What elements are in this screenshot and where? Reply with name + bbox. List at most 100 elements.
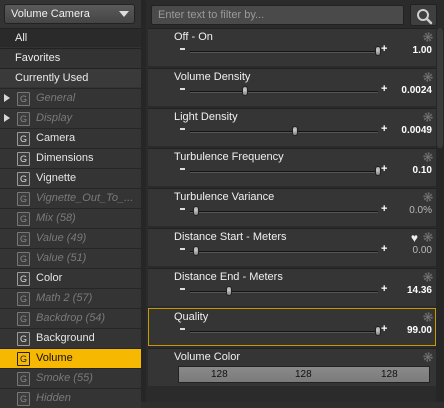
- slider-track[interactable]: [190, 211, 378, 213]
- increment-button[interactable]: +: [381, 44, 387, 55]
- slider-track[interactable]: [190, 291, 378, 293]
- property-value[interactable]: 99.00: [407, 325, 432, 336]
- color-swatch[interactable]: 128 128 128: [178, 366, 430, 383]
- property-name: Quality: [174, 311, 209, 323]
- increment-button[interactable]: +: [381, 324, 387, 335]
- property-slider[interactable]: Volume Density +0.0024: [148, 68, 436, 106]
- tree-item-label: Smoke (55): [36, 372, 93, 384]
- tree-item[interactable]: G Backdrop (54): [0, 308, 141, 328]
- property-value[interactable]: 0.10: [413, 165, 432, 176]
- property-value[interactable]: 0.0049: [401, 125, 432, 136]
- search-icon: [417, 9, 433, 25]
- tree-item[interactable]: G Math 2 (57): [0, 288, 141, 308]
- tree-item-label: Color: [36, 272, 63, 284]
- increment-button[interactable]: +: [381, 164, 387, 175]
- slider-thumb[interactable]: [192, 206, 199, 216]
- slider-thumb[interactable]: [192, 246, 199, 256]
- expand-arrow-icon[interactable]: [4, 114, 10, 122]
- gear-icon[interactable]: [422, 311, 434, 323]
- increment-button[interactable]: +: [381, 244, 387, 255]
- increment-button[interactable]: +: [381, 204, 387, 215]
- tree-item[interactable]: G Hidden: [0, 388, 141, 408]
- tree-item[interactable]: G Background: [0, 328, 141, 348]
- decrement-button[interactable]: [180, 168, 185, 170]
- tree-item[interactable]: G Vignette_Out_To_...: [0, 188, 141, 208]
- property-value[interactable]: 0.0%: [409, 205, 432, 216]
- expand-arrow-icon[interactable]: [4, 94, 10, 102]
- decrement-button[interactable]: [180, 88, 185, 90]
- property-value[interactable]: 1.00: [413, 45, 432, 56]
- group-node-icon: G: [17, 312, 30, 326]
- decrement-button[interactable]: [180, 328, 185, 330]
- property-slider[interactable]: Off - On +1.00: [148, 28, 436, 66]
- gear-icon[interactable]: [422, 71, 434, 83]
- vertical-scrollbar[interactable]: [436, 28, 444, 402]
- gear-icon[interactable]: [422, 191, 434, 203]
- gear-icon[interactable]: [422, 231, 434, 243]
- property-name: Turbulence Frequency: [174, 151, 284, 163]
- increment-button[interactable]: +: [381, 84, 387, 95]
- slider-track[interactable]: [190, 171, 378, 173]
- group-node-icon: G: [17, 272, 30, 286]
- tree-item-label: Dimensions: [36, 152, 94, 164]
- tree-item[interactable]: G Volume: [0, 348, 141, 368]
- slider-track[interactable]: [190, 331, 378, 333]
- slider-thumb[interactable]: [292, 126, 299, 136]
- filter-input[interactable]: [152, 6, 403, 24]
- tree-item-label: Math 2 (57): [36, 292, 93, 304]
- slider-thumb[interactable]: [241, 86, 248, 96]
- category-currently-used[interactable]: Currently Used: [0, 68, 141, 87]
- tree-item[interactable]: G Display: [0, 108, 141, 128]
- tree-item[interactable]: G General: [0, 88, 141, 108]
- decrement-button[interactable]: [180, 128, 185, 130]
- property-slider[interactable]: Quality +99.00: [148, 308, 436, 346]
- tree-item[interactable]: G Value (49): [0, 228, 141, 248]
- decrement-button[interactable]: [180, 208, 185, 210]
- tree-item-label: Backdrop (54): [36, 312, 106, 324]
- increment-button[interactable]: +: [381, 124, 387, 135]
- search-button[interactable]: [410, 4, 437, 26]
- tree-item[interactable]: G Camera: [0, 128, 141, 148]
- decrement-button[interactable]: [180, 248, 185, 250]
- tree-item[interactable]: G Smoke (55): [0, 368, 141, 388]
- group-node-icon: G: [17, 172, 30, 186]
- property-slider[interactable]: Light Density +0.0049: [148, 108, 436, 146]
- tree-item[interactable]: G Color: [0, 268, 141, 288]
- tree-item[interactable]: G Vignette: [0, 168, 141, 188]
- property-slider[interactable]: Distance End - Meters +14.36: [148, 268, 436, 306]
- tree-item[interactable]: G Dimensions: [0, 148, 141, 168]
- slider-track[interactable]: [190, 51, 378, 53]
- favorite-heart-icon[interactable]: ♥: [411, 232, 418, 244]
- category-all[interactable]: All: [0, 28, 141, 47]
- decrement-button[interactable]: [180, 288, 185, 290]
- gear-icon[interactable]: [422, 31, 434, 43]
- group-node-icon: G: [17, 212, 30, 226]
- preset-dropdown[interactable]: Volume Camera: [4, 4, 135, 24]
- gear-icon[interactable]: [422, 151, 434, 163]
- tree-item[interactable]: G Value (51): [0, 248, 141, 268]
- property-value[interactable]: 0.0024: [401, 85, 432, 96]
- tree-item[interactable]: G Mix (58): [0, 208, 141, 228]
- scrollbar-thumb[interactable]: [437, 28, 443, 148]
- gear-icon[interactable]: [422, 111, 434, 123]
- increment-button[interactable]: +: [381, 284, 387, 295]
- property-value[interactable]: 14.36: [407, 285, 432, 296]
- property-value[interactable]: 0.00: [413, 245, 432, 256]
- surfaces-pane: Volume Camera All Favorites Currently Us…: [0, 0, 444, 408]
- tree-item-label: Vignette_Out_To_...: [36, 192, 134, 204]
- property-slider[interactable]: Turbulence Variance +0.0%: [148, 188, 436, 226]
- decrement-button[interactable]: [180, 48, 185, 50]
- property-volume-color[interactable]: Volume Color 128 128 128: [148, 348, 436, 386]
- slider-thumb[interactable]: [226, 286, 233, 296]
- slider-track[interactable]: [190, 131, 378, 133]
- gear-icon[interactable]: [422, 351, 434, 363]
- group-node-icon: G: [17, 252, 30, 266]
- gear-icon[interactable]: [422, 271, 434, 283]
- property-slider[interactable]: Distance Start - Meters ♥ +0.00: [148, 228, 436, 266]
- filter-field[interactable]: [151, 5, 404, 25]
- slider-track[interactable]: [190, 251, 378, 253]
- category-favorites[interactable]: Favorites: [0, 48, 141, 67]
- property-slider[interactable]: Turbulence Frequency +0.10: [148, 148, 436, 186]
- color-red-value: 128: [211, 369, 228, 380]
- slider-track[interactable]: [190, 91, 378, 93]
